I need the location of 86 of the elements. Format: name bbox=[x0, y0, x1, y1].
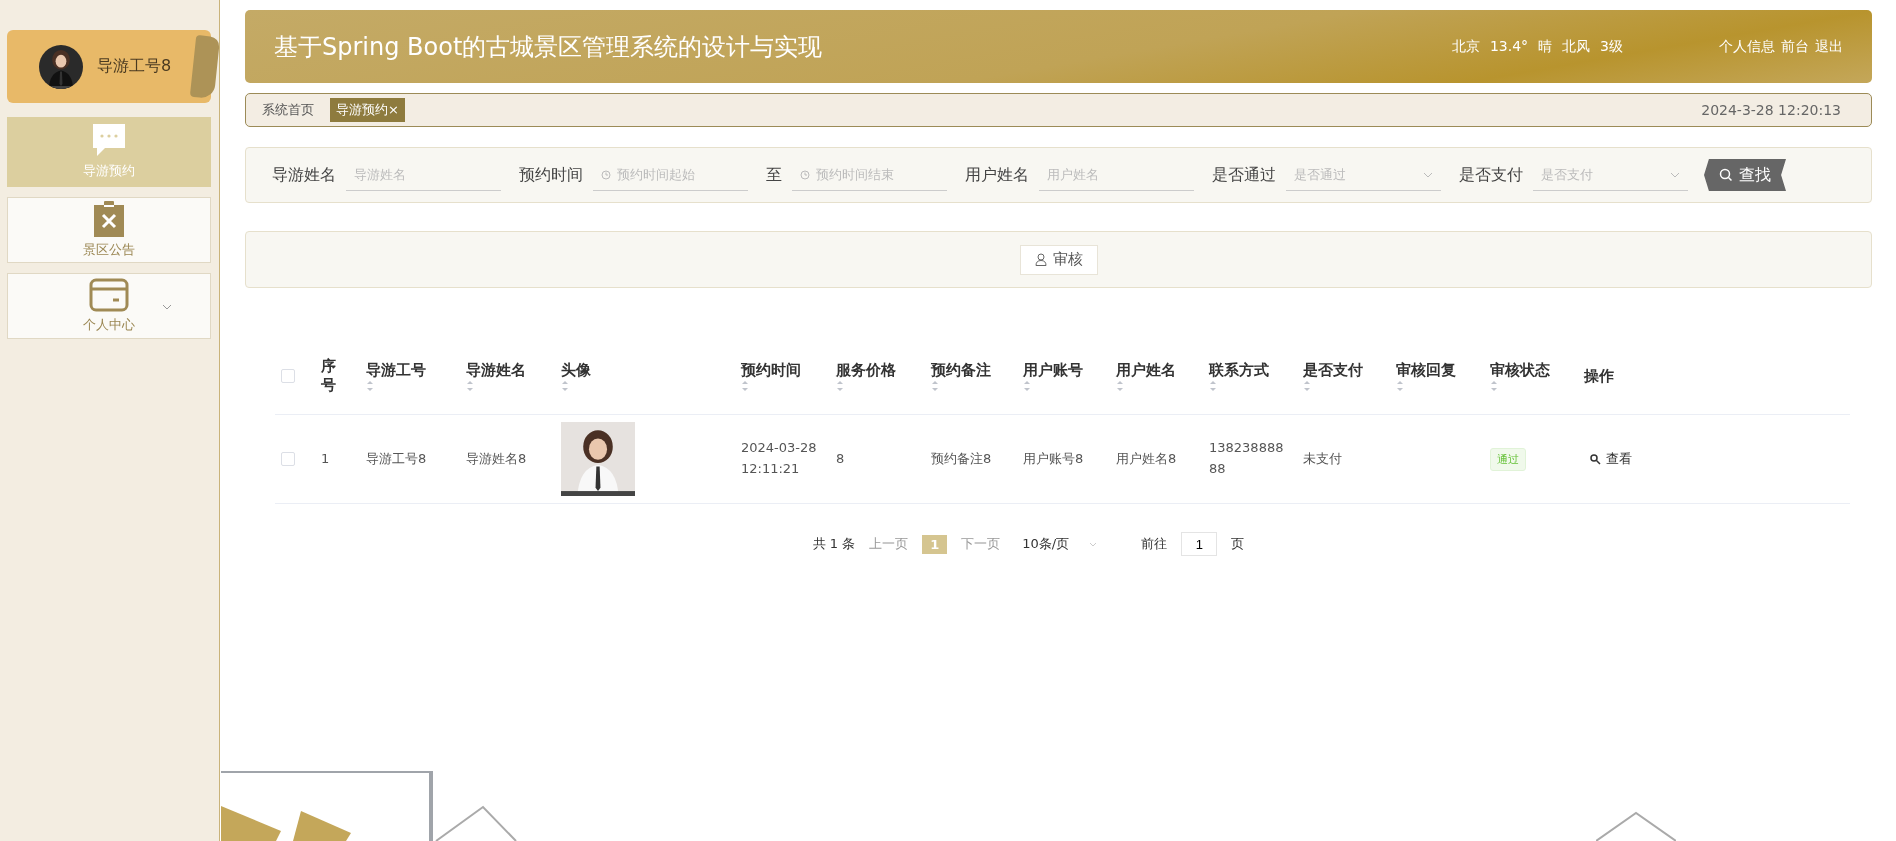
column-header: 导游姓名 bbox=[466, 360, 526, 380]
clock-icon bbox=[800, 170, 810, 180]
sort-icon[interactable] bbox=[466, 379, 474, 392]
sort-icon[interactable] bbox=[1490, 379, 1498, 392]
chat-icon bbox=[93, 124, 125, 158]
header-link[interactable]: 个人信息 bbox=[1719, 37, 1775, 56]
table-cell-text: 8 bbox=[835, 449, 846, 468]
field-label: 导游姓名 bbox=[272, 164, 336, 186]
user-name: 导游工号8 bbox=[97, 56, 172, 77]
page-unit-label: 页 bbox=[1231, 535, 1245, 553]
column-header: 导游工号 bbox=[366, 360, 426, 380]
search-icon bbox=[1590, 453, 1601, 465]
column-header: 预约时间 bbox=[741, 360, 801, 380]
table-cell-text: 2024-03-28 12:11:21 bbox=[740, 439, 818, 478]
column-header: 序号 bbox=[321, 356, 337, 396]
column-header: 用户姓名 bbox=[1116, 360, 1176, 380]
view-link[interactable]: 查看 bbox=[1578, 450, 1850, 468]
date-field[interactable]: 预约时间结束 bbox=[792, 159, 947, 191]
goto-label: 前往 bbox=[1141, 535, 1168, 553]
chevron-icon[interactable] bbox=[162, 304, 172, 310]
chevron-icon[interactable] bbox=[1670, 172, 1680, 178]
user-icon bbox=[1034, 253, 1047, 266]
page-size-select[interactable]: 10条/页 bbox=[1022, 535, 1098, 553]
page-tab[interactable]: 导游预约× bbox=[330, 98, 405, 122]
page-input[interactable]: 1 bbox=[1181, 532, 1218, 556]
header-link[interactable]: 退出 bbox=[1815, 37, 1843, 56]
weather-text: 13.4° bbox=[1489, 37, 1529, 56]
table-cell-text: 未支付 bbox=[1302, 449, 1343, 468]
weather-text: 晴 bbox=[1538, 37, 1553, 56]
sort-icon[interactable] bbox=[1023, 379, 1031, 392]
field-label: 是否通过 bbox=[1212, 164, 1276, 186]
column-header: 联系方式 bbox=[1209, 360, 1269, 380]
sort-icon[interactable] bbox=[1396, 379, 1404, 392]
select-field[interactable]: 是否通过 bbox=[1286, 159, 1441, 191]
table-cell-text: 用户姓名8 bbox=[1115, 449, 1178, 468]
checkbox[interactable] bbox=[281, 369, 295, 383]
sidebar-item[interactable]: 个人中心 bbox=[7, 273, 211, 339]
checkbox[interactable] bbox=[281, 452, 295, 466]
sidebar-item[interactable]: 景区公告 bbox=[7, 197, 211, 263]
sort-icon[interactable] bbox=[836, 379, 844, 392]
sort-icon[interactable] bbox=[1303, 379, 1311, 392]
search-button[interactable]: 查找 bbox=[1704, 159, 1786, 191]
input-field[interactable]: 导游姓名 bbox=[346, 159, 501, 191]
clock-icon bbox=[601, 170, 611, 180]
sort-icon[interactable] bbox=[1209, 379, 1217, 392]
sort-icon[interactable] bbox=[1116, 379, 1124, 392]
column-header: 头像 bbox=[561, 360, 591, 380]
column-header: 是否支付 bbox=[1303, 360, 1363, 380]
column-header: 服务价格 bbox=[836, 360, 896, 380]
table-cell-text: 导游姓名8 bbox=[465, 449, 528, 468]
search-icon bbox=[1719, 168, 1733, 182]
field-label: 至 bbox=[766, 164, 782, 186]
column-header: 审核状态 bbox=[1490, 360, 1550, 380]
card-flap bbox=[189, 34, 221, 100]
table-cell-text: 导游工号8 bbox=[365, 449, 428, 468]
column-header: 操作 bbox=[1584, 366, 1614, 386]
sort-icon[interactable] bbox=[931, 379, 939, 392]
datetime-text: 2024-3-28 12:20:13 bbox=[1701, 102, 1841, 118]
header-link[interactable]: 前台 bbox=[1781, 37, 1809, 56]
total-count: 共 1 条 bbox=[812, 535, 856, 553]
table-cell-text: 13823888888 bbox=[1208, 439, 1285, 478]
table-cell-text: 1 bbox=[320, 449, 331, 468]
column-header: 用户账号 bbox=[1023, 360, 1083, 380]
review-button[interactable]: 审核 bbox=[1019, 244, 1098, 275]
weather-text: 北京 bbox=[1451, 37, 1480, 56]
card-icon bbox=[89, 278, 129, 312]
sort-icon[interactable] bbox=[366, 379, 374, 392]
status-tag: 通过 bbox=[1490, 447, 1526, 471]
chevron-icon bbox=[1089, 541, 1098, 547]
weather-text: 3级 bbox=[1600, 37, 1623, 56]
column-header: 预约备注 bbox=[931, 360, 991, 380]
input-field[interactable]: 用户姓名 bbox=[1039, 159, 1194, 191]
sort-icon[interactable] bbox=[741, 379, 749, 392]
field-label: 是否支付 bbox=[1459, 164, 1523, 186]
field-label: 用户姓名 bbox=[965, 164, 1029, 186]
column-header: 审核回复 bbox=[1396, 360, 1456, 380]
app-title: 基于Spring Boot的古城景区管理系统的设计与实现 bbox=[274, 31, 824, 63]
clipboard-icon bbox=[94, 201, 124, 237]
sort-icon[interactable] bbox=[561, 379, 569, 392]
date-field[interactable]: 预约时间起始 bbox=[593, 159, 748, 191]
chevron-icon[interactable] bbox=[1423, 172, 1433, 178]
table-cell-text: 用户账号8 bbox=[1022, 449, 1085, 468]
weather-text: 北风 bbox=[1562, 37, 1591, 56]
field-label: 预约时间 bbox=[519, 164, 583, 186]
page-tab[interactable]: 系统首页 bbox=[256, 98, 320, 122]
table-cell-text: 预约备注8 bbox=[930, 449, 993, 468]
